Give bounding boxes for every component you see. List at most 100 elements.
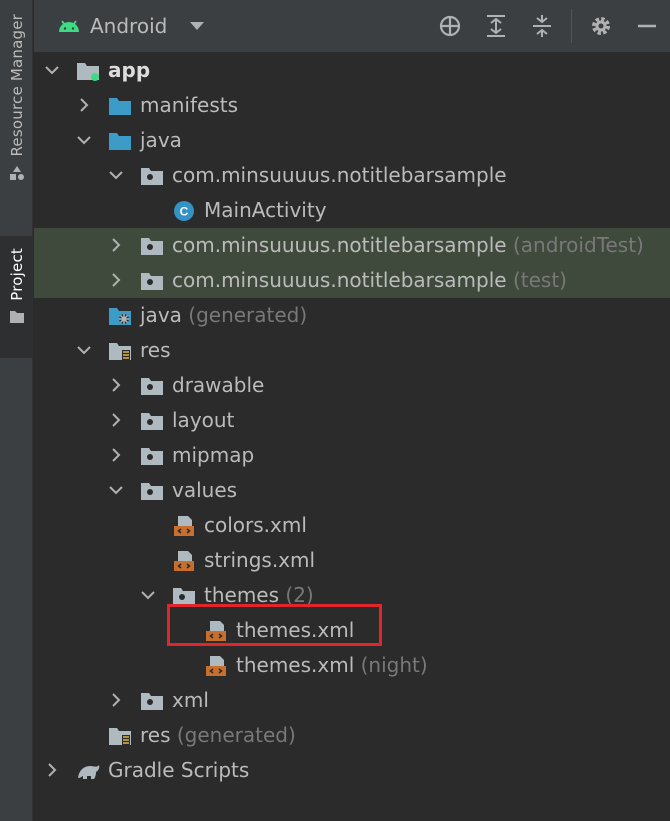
chevron-down-icon[interactable] [76,342,92,358]
tool-window-strip: Resource Manager Project [0,0,33,821]
module-folder-icon [76,60,100,82]
tree-node-label: MainActivity [204,198,327,222]
tree-node-values[interactable]: values [34,473,670,508]
collapse-all-button[interactable] [519,0,565,52]
generated-folder-icon [108,305,132,327]
tree-node-label: res (generated) [140,723,296,747]
tree-node-strings-xml[interactable]: strings.xml [34,543,670,578]
tree-node-java-generated[interactable]: java (generated) [34,298,670,333]
tree-node-suffix: (generated) [188,303,308,327]
tree-node-themes-xml-night[interactable]: themes.xml (night) [34,648,670,683]
chevron-right-icon[interactable] [44,762,60,778]
tree-node-label: themes.xml [236,618,355,642]
chevron-down-icon[interactable] [44,62,60,78]
tree-node-res[interactable]: res [34,333,670,368]
tree-node-themes-xml[interactable]: themes.xml [34,613,670,648]
chevron-right-icon[interactable] [108,412,124,428]
folder-icon [140,375,164,397]
tree-node-label: strings.xml [204,548,316,572]
tree-node-colors-xml[interactable]: colors.xml [34,508,670,543]
tree-node-label: layout [172,408,235,432]
xml-file-icon [204,620,228,642]
tree-node-suffix: (test) [512,268,567,292]
chevron-right-icon[interactable] [108,447,124,463]
chevron-down-icon[interactable] [108,167,124,183]
minimize-icon [638,24,656,28]
tree-node-label: manifests [140,93,238,117]
tree-node-package-test[interactable]: com.minsuuuus.notitlebarsample (test) [34,263,670,298]
tree-node-res-generated[interactable]: res (generated) [34,718,670,753]
chevron-right-icon[interactable] [76,97,92,113]
tree-node-label: themes (2) [204,583,314,607]
tree-node-suffix: (androidTest) [512,233,644,257]
gradle-icon [76,760,102,782]
chevron-down-icon[interactable] [108,482,124,498]
tree-node-label: com.minsuuuus.notitlebarsample [172,163,507,187]
select-opened-file-button[interactable] [427,0,473,52]
tree-node-suffix: (night) [360,653,428,677]
expand-all-button[interactable] [473,0,519,52]
chevron-right-icon[interactable] [108,237,124,253]
tree-node-label: java [140,128,182,152]
tree-node-xml[interactable]: xml [34,683,670,718]
resource-folder-icon [108,340,132,362]
tree-node-label: com.minsuuuus.notitlebarsample (androidT… [172,233,644,257]
tree-node-label: Gradle Scripts [108,758,250,782]
tree-node-mipmap[interactable]: mipmap [34,438,670,473]
chevron-right-icon[interactable] [108,272,124,288]
class-icon [172,200,196,222]
tree-node-app[interactable]: app [34,53,670,88]
tree-node-suffix: (2) [285,583,314,607]
tree-node-label: java (generated) [140,303,308,327]
view-label: Android [90,14,168,38]
tree-node-drawable[interactable]: drawable [34,368,670,403]
xml-file-icon [172,515,196,537]
project-toolbar: Android [34,0,670,52]
android-icon [59,20,79,32]
chevron-right-icon[interactable] [108,692,124,708]
package-icon [140,270,164,292]
expand-all-icon [487,15,505,37]
folder-icon [108,95,132,117]
tree-node-label: app [108,58,151,82]
xml-file-icon [172,550,196,572]
tree-node-manifests[interactable]: manifests [34,88,670,123]
xml-file-icon [204,655,228,677]
project-tab[interactable]: Project [0,236,33,358]
folder-icon [140,410,164,432]
folder-icon [140,690,164,712]
folder-icon [9,310,24,323]
tree-node-themes[interactable]: themes (2) [34,578,670,613]
locate-icon [439,15,461,37]
tree-node-package-main[interactable]: com.minsuuuus.notitlebarsample [34,158,670,193]
toolbar-separator [571,9,572,43]
folder-icon [140,445,164,467]
tree-node-java[interactable]: java [34,123,670,158]
chevron-down-icon[interactable] [140,587,156,603]
tree-node-label: com.minsuuuus.notitlebarsample (test) [172,268,567,292]
folder-icon [108,130,132,152]
tree-node-label: xml [172,688,209,712]
caret-down-icon [190,22,205,30]
tree-node-gradle-scripts[interactable]: Gradle Scripts [34,753,670,788]
collapse-all-icon [533,15,551,37]
tree-node-suffix: (generated) [176,723,296,747]
hide-button[interactable] [624,0,670,52]
tree-node-package-android-test[interactable]: com.minsuuuus.notitlebarsample (androidT… [34,228,670,263]
chevron-right-icon[interactable] [108,377,124,393]
package-icon [140,235,164,257]
folder-icon [172,585,196,607]
resource-manager-tab[interactable]: Resource Manager [0,14,33,214]
package-icon [140,165,164,187]
project-label: Project [7,248,26,301]
tree-node-label: colors.xml [204,513,307,537]
chevron-down-icon[interactable] [76,132,92,148]
tree-node-main-activity[interactable]: MainActivity [34,193,670,228]
view-selector[interactable]: Android [58,14,205,38]
shapes-icon [9,165,24,180]
options-button[interactable] [578,0,624,52]
resource-folder-icon [108,725,132,747]
tree-node-label: res [140,338,171,362]
tree-node-layout[interactable]: layout [34,403,670,438]
project-tree: app manifests java com.minsuuuus.notitle… [34,52,670,821]
